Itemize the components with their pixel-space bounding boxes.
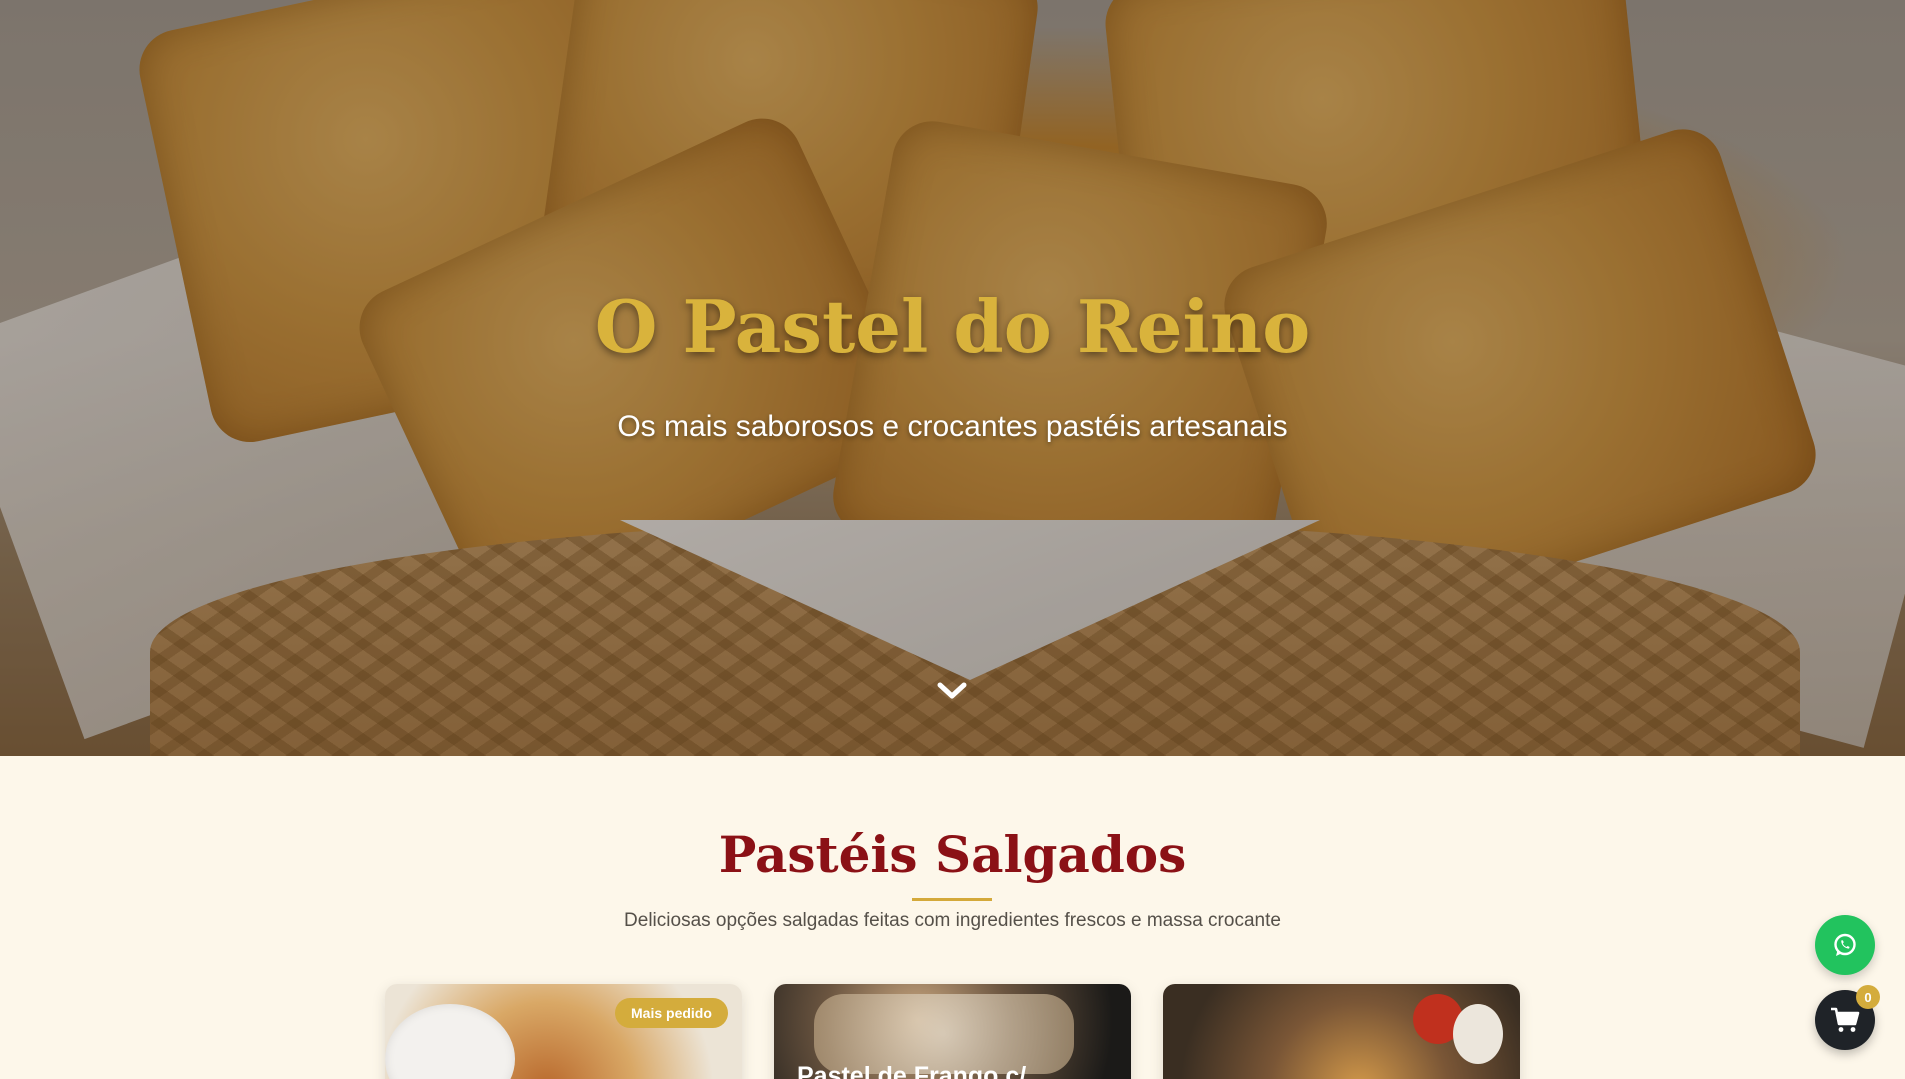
- section-divider: [912, 898, 992, 901]
- hero-subtitle: Os mais saborosos e crocantes pastéis ar…: [617, 410, 1288, 443]
- most-ordered-badge: Mais pedido: [615, 998, 728, 1028]
- whatsapp-button[interactable]: [1815, 915, 1875, 975]
- cart-count-badge: 0: [1856, 985, 1880, 1009]
- product-card[interactable]: [1163, 984, 1520, 1079]
- chevron-down-icon: [937, 682, 967, 699]
- whatsapp-icon: [1834, 933, 1856, 956]
- cart-icon: [1831, 1007, 1860, 1032]
- hero-title: O Pastel do Reino: [594, 284, 1311, 369]
- product-title[interactable]: Pastel de Frango c/: [797, 1062, 1117, 1079]
- product-image: [1453, 1004, 1503, 1064]
- hero-section: O Pastel do Reino Os mais saborosos e cr…: [0, 0, 1905, 756]
- scroll-down-button[interactable]: [934, 676, 970, 706]
- section-title: Pastéis Salgados: [718, 825, 1187, 884]
- product-image: [385, 1004, 515, 1079]
- section-subtitle: Deliciosas opções salgadas feitas com in…: [624, 910, 1281, 931]
- hero-overlay: [0, 0, 1905, 756]
